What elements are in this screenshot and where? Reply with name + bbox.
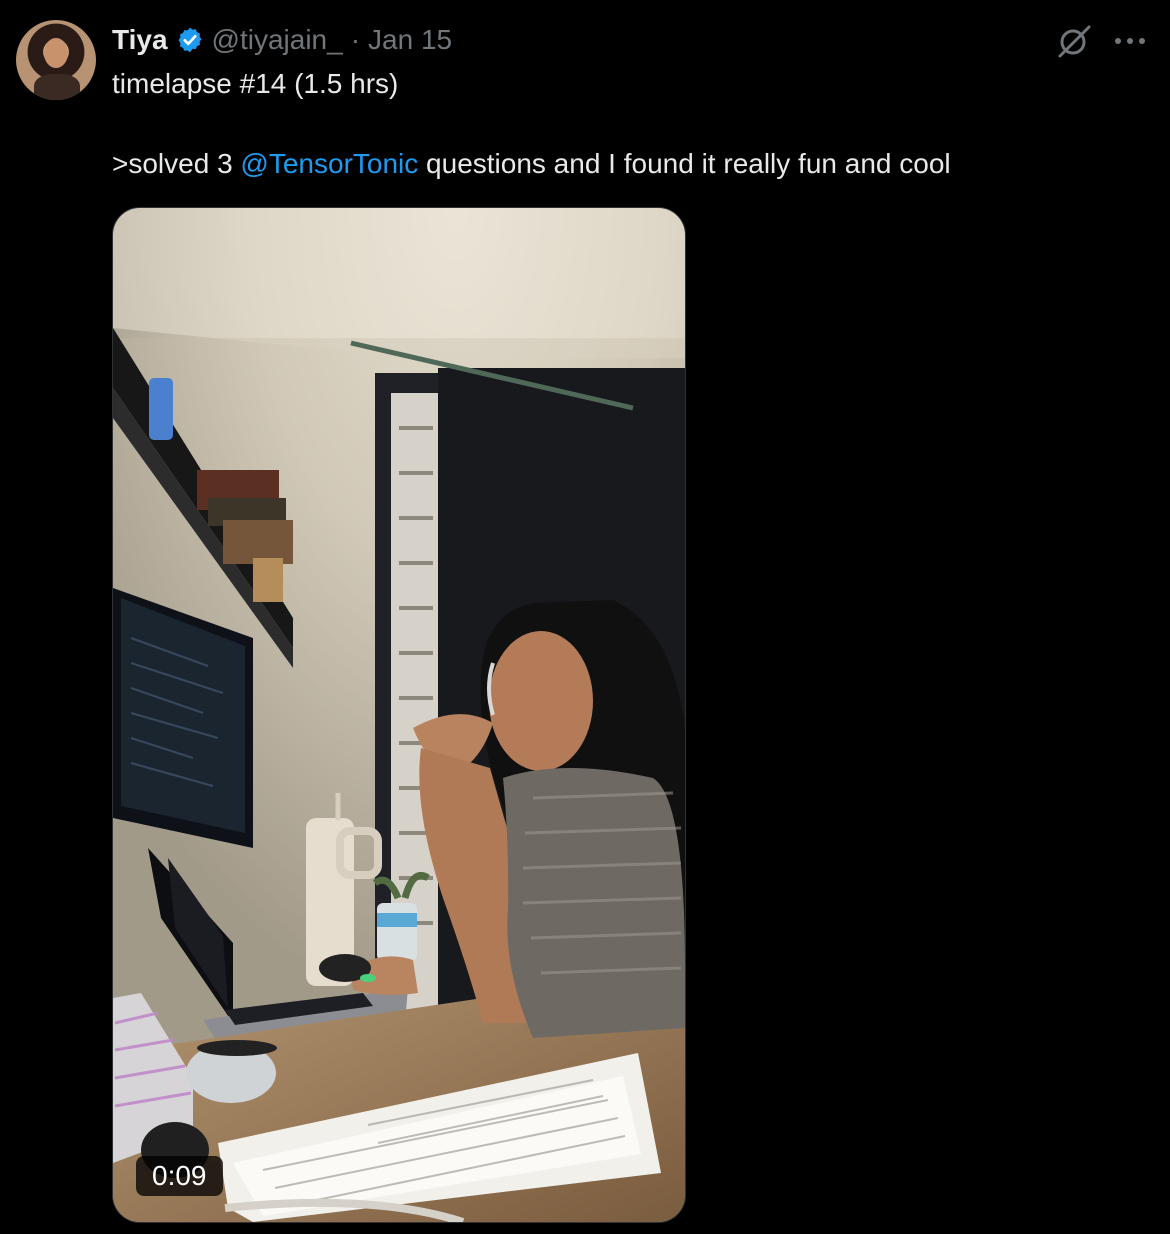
mention-link[interactable]: @TensorTonic — [240, 148, 418, 179]
tweet-text-suffix: questions and I found it really fun and … — [418, 148, 951, 179]
tweet-text-prefix: >solved 3 — [112, 148, 241, 179]
tweet-header: Tiya @tiyajain_ · Jan 15 — [112, 22, 452, 58]
author-handle[interactable]: @tiyajain_ — [212, 24, 343, 56]
avatar-face — [44, 38, 68, 68]
more-icon[interactable] — [1110, 22, 1150, 60]
tweet-date[interactable]: Jan 15 — [368, 24, 452, 56]
avatar[interactable] — [16, 20, 96, 100]
avatar-shirt — [34, 74, 80, 100]
video-thumbnail[interactable] — [112, 207, 686, 1223]
author-name[interactable]: Tiya — [112, 24, 168, 56]
video-duration: 0:09 — [136, 1156, 223, 1196]
tweet-text-line1: timelapse #14 (1.5 hrs) — [112, 68, 399, 99]
verified-badge-icon — [178, 27, 201, 53]
video-scene — [113, 208, 685, 1222]
grok-icon[interactable] — [1055, 22, 1093, 60]
separator-dot: · — [350, 24, 361, 55]
tweet-text-line2: >solved 3 @TensorTonic questions and I f… — [112, 146, 951, 182]
